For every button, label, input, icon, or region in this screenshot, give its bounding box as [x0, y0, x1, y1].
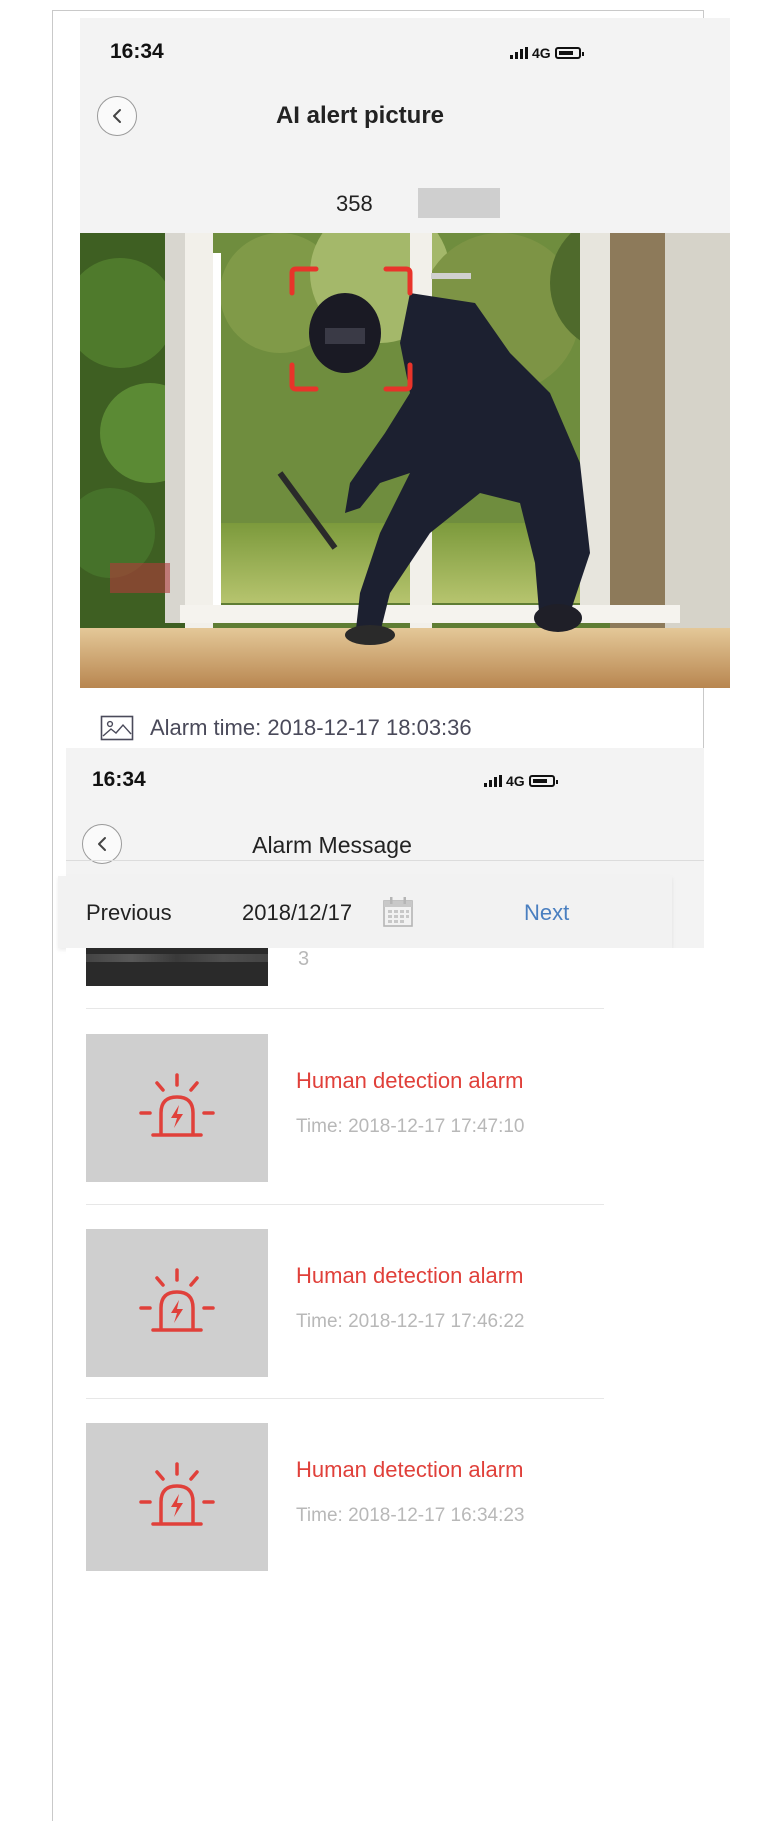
alarm-time: Time: 2018-12-17 17:46:22 — [296, 1311, 525, 1332]
partial-item-time: 3 — [298, 948, 310, 970]
status-time: 16:34 — [92, 768, 146, 791]
alarm-thumbnail — [86, 1423, 268, 1571]
page-title: Alarm Message — [252, 832, 412, 858]
ai-alert-picture-screen: 16:34 4G AI alert picture 358 Alarm time… — [80, 18, 730, 858]
device-row: 358 — [80, 173, 730, 233]
alarm-time-row: Alarm time: 2018-12-17 18:03:36 — [100, 708, 472, 748]
list-divider — [86, 1008, 604, 1009]
header-divider — [66, 860, 704, 861]
redacted-block — [418, 188, 500, 218]
picture-icon — [100, 715, 134, 741]
list-item[interactable]: Human detection alarm Time: 2018-12-17 1… — [86, 1423, 626, 1571]
alarm-siren-icon — [139, 1462, 215, 1526]
network-label: 4G — [506, 773, 525, 789]
list-divider — [86, 1398, 604, 1399]
alarm-siren-icon — [139, 1073, 215, 1137]
battery-icon — [528, 775, 558, 787]
alarm-thumbnail — [86, 1034, 268, 1182]
date-selector-bar: Previous 2018/12/17 Next — [58, 876, 672, 948]
alert-photo-illustration — [80, 233, 730, 688]
status-indicators: 4G — [484, 773, 558, 789]
alarm-time: Alarm time: 2018-12-17 18:03:36 — [150, 715, 472, 740]
network-label: 4G — [532, 45, 551, 61]
previous-button[interactable]: Previous — [86, 900, 172, 926]
alarm-time: Time: 2018-12-17 17:47:10 — [296, 1116, 525, 1137]
header: 16:34 4G Alarm Message Previous 2018/12/… — [58, 748, 704, 948]
header: 16:34 4G AI alert picture — [80, 18, 730, 173]
battery-icon — [554, 47, 584, 59]
status-time: 16:34 — [110, 40, 164, 63]
alarm-title: Human detection alarm — [296, 1263, 524, 1288]
alarm-thumbnail — [86, 1229, 268, 1377]
page-title: AI alert picture — [275, 102, 445, 129]
next-button[interactable]: Next — [524, 900, 569, 926]
alarm-title: Human detection alarm — [296, 1068, 524, 1093]
status-indicators: 4G — [510, 45, 584, 61]
calendar-icon[interactable] — [382, 896, 414, 928]
list-divider — [86, 1204, 604, 1205]
partial-thumbnail[interactable] — [86, 948, 268, 986]
signal-icon — [510, 47, 528, 59]
signal-icon — [484, 775, 502, 787]
list-item[interactable]: Human detection alarm Time: 2018-12-17 1… — [86, 1229, 626, 1377]
alarm-time: Time: 2018-12-17 16:34:23 — [296, 1505, 525, 1526]
alarm-title: Human detection alarm — [296, 1457, 524, 1482]
selected-date[interactable]: 2018/12/17 — [242, 900, 352, 926]
list-item[interactable]: Human detection alarm Time: 2018-12-17 1… — [86, 1034, 626, 1182]
device-id: 358 — [336, 191, 373, 216]
alarm-siren-icon — [139, 1268, 215, 1332]
alert-photo[interactable] — [80, 233, 730, 688]
alarm-message-screen: 16:34 4G Alarm Message Previous 2018/12/… — [58, 748, 704, 1821]
alarm-list[interactable]: 3 Human detection alarm Time: 2018-12-17… — [66, 948, 704, 1821]
